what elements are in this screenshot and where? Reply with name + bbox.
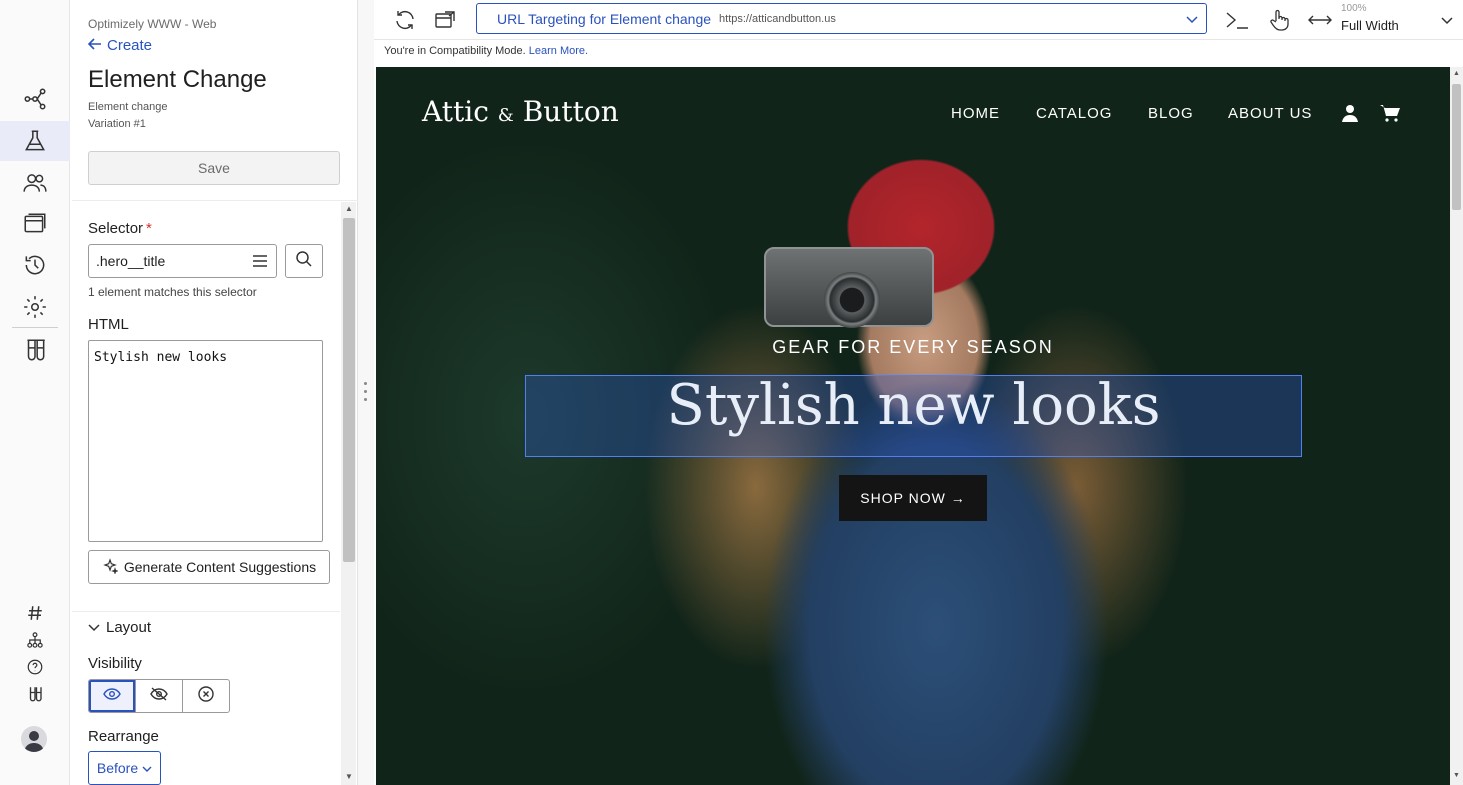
compat-text: You're in Compatibility Mode. xyxy=(384,45,526,57)
test-tubes-icon[interactable] xyxy=(0,330,70,370)
refresh-icon[interactable] xyxy=(392,7,418,33)
cart-icon[interactable] xyxy=(1379,103,1400,123)
project-name: Optimizely WWW - Web xyxy=(88,17,217,31)
eye-off-icon xyxy=(150,686,168,706)
logo-part: Attic xyxy=(422,95,489,128)
scroll-down-icon[interactable]: ▼ xyxy=(1452,772,1461,779)
back-link[interactable]: Create xyxy=(87,37,153,54)
learn-more-link[interactable]: Learn More. xyxy=(529,45,588,57)
chevron-down-icon xyxy=(142,760,152,776)
site-preview[interactable]: Attic & Button HOME CATALOG BLOG ABOUT U… xyxy=(376,67,1450,785)
change-type: Element change xyxy=(88,101,168,113)
flow-icon[interactable] xyxy=(0,79,70,119)
divider xyxy=(72,611,340,612)
layout-label: Layout xyxy=(106,619,152,636)
scroll-up-icon[interactable]: ▲ xyxy=(344,204,354,214)
selector-input[interactable]: .hero__title xyxy=(88,244,277,278)
visibility-label: Visibility xyxy=(88,655,142,672)
rearrange-select[interactable]: Before xyxy=(88,751,161,785)
hash-icon[interactable] xyxy=(0,600,70,626)
sparkle-icon xyxy=(102,557,119,577)
account-icon[interactable] xyxy=(1340,103,1360,123)
pages-icon[interactable] xyxy=(0,204,70,244)
chevron-down-icon xyxy=(1186,11,1198,29)
rearrange-value: Before xyxy=(96,760,139,776)
grip-dot xyxy=(364,390,367,393)
divider xyxy=(72,200,358,201)
generate-suggestions-button[interactable]: Generate Content Suggestions xyxy=(88,550,330,584)
shop-now-button[interactable]: SHOP NOW → xyxy=(839,475,987,521)
nav-home[interactable]: HOME xyxy=(951,105,1000,122)
generate-label: Generate Content Suggestions xyxy=(123,559,317,575)
url-targeting-select[interactable]: URL Targeting for Element change https:/… xyxy=(476,3,1207,34)
selector-match-count: 1 element matches this selector xyxy=(88,285,257,299)
audiences-icon[interactable] xyxy=(0,163,70,203)
hierarchy-icon[interactable] xyxy=(0,627,70,653)
nav-about-us[interactable]: ABOUT US xyxy=(1228,105,1312,122)
open-page-icon[interactable] xyxy=(432,7,458,33)
selector-label: Selector * xyxy=(88,220,152,237)
search-icon xyxy=(295,250,313,273)
arrow-left-icon xyxy=(87,37,102,54)
viewport-mode[interactable]: Full Width xyxy=(1341,18,1399,33)
visibility-toggle-group xyxy=(88,679,230,713)
required-mark: * xyxy=(146,220,152,237)
test-tubes-small-icon[interactable] xyxy=(0,681,70,707)
scroll-down-icon[interactable]: ▼ xyxy=(344,772,354,782)
nav-catalog[interactable]: CATALOG xyxy=(1036,105,1112,122)
back-link-label: Create xyxy=(107,37,153,54)
preview-scrollbar-thumb[interactable] xyxy=(1452,84,1461,210)
grip-dot xyxy=(364,382,367,385)
remove-option[interactable] xyxy=(183,680,229,712)
html-label: HTML xyxy=(88,316,129,333)
page-title: Element Change xyxy=(88,66,267,93)
html-editor[interactable]: Stylish new looks xyxy=(88,340,323,542)
site-logo[interactable]: Attic & Button xyxy=(422,95,619,128)
hero-kicker: GEAR FOR EVERY SEASON xyxy=(772,337,1054,357)
settings-icon[interactable] xyxy=(0,287,70,327)
left-nav-rail xyxy=(0,0,70,785)
rearrange-label: Rearrange xyxy=(88,728,159,745)
rail-divider xyxy=(12,327,58,328)
save-button[interactable]: Save xyxy=(88,151,340,185)
visible-option[interactable] xyxy=(89,680,136,712)
logo-amp: & xyxy=(497,105,514,126)
chevron-down-icon xyxy=(88,619,100,636)
panel-scrollbar-thumb[interactable] xyxy=(343,218,355,562)
hidden-option[interactable] xyxy=(136,680,183,712)
width-arrows-icon[interactable] xyxy=(1307,7,1333,33)
chevron-down-icon[interactable] xyxy=(1441,12,1453,30)
selector-label-text: Selector xyxy=(88,220,144,237)
logo-part: Button xyxy=(522,95,619,128)
camera-lens xyxy=(824,272,880,328)
hero-title[interactable]: Stylish new looks xyxy=(525,373,1302,438)
avatar[interactable] xyxy=(21,726,47,752)
url-targeting-name: URL Targeting for Element change xyxy=(497,10,712,27)
layout-section-toggle[interactable]: Layout xyxy=(88,619,151,636)
variation-name: Variation #1 xyxy=(88,118,146,130)
help-icon[interactable] xyxy=(0,654,70,680)
zoom-percent: 100% xyxy=(1341,3,1367,14)
grip-dot xyxy=(364,398,367,401)
circle-x-icon xyxy=(198,685,214,707)
url-address: https://atticandbutton.us xyxy=(719,12,836,25)
pointer-hand-icon[interactable] xyxy=(1266,7,1292,33)
editor-panel: Optimizely WWW - Web Create Element Chan… xyxy=(72,0,358,785)
element-picker-button[interactable] xyxy=(285,244,323,278)
compatibility-notice: You're in Compatibility Mode. Learn More… xyxy=(384,45,588,57)
eye-icon xyxy=(103,687,121,705)
flask-icon[interactable] xyxy=(0,121,70,161)
code-console-icon[interactable] xyxy=(1224,7,1250,33)
menu-icon[interactable] xyxy=(250,251,270,271)
scroll-up-icon[interactable]: ▲ xyxy=(1452,70,1461,77)
nav-blog[interactable]: BLOG xyxy=(1148,105,1194,122)
history-icon[interactable] xyxy=(0,245,70,285)
